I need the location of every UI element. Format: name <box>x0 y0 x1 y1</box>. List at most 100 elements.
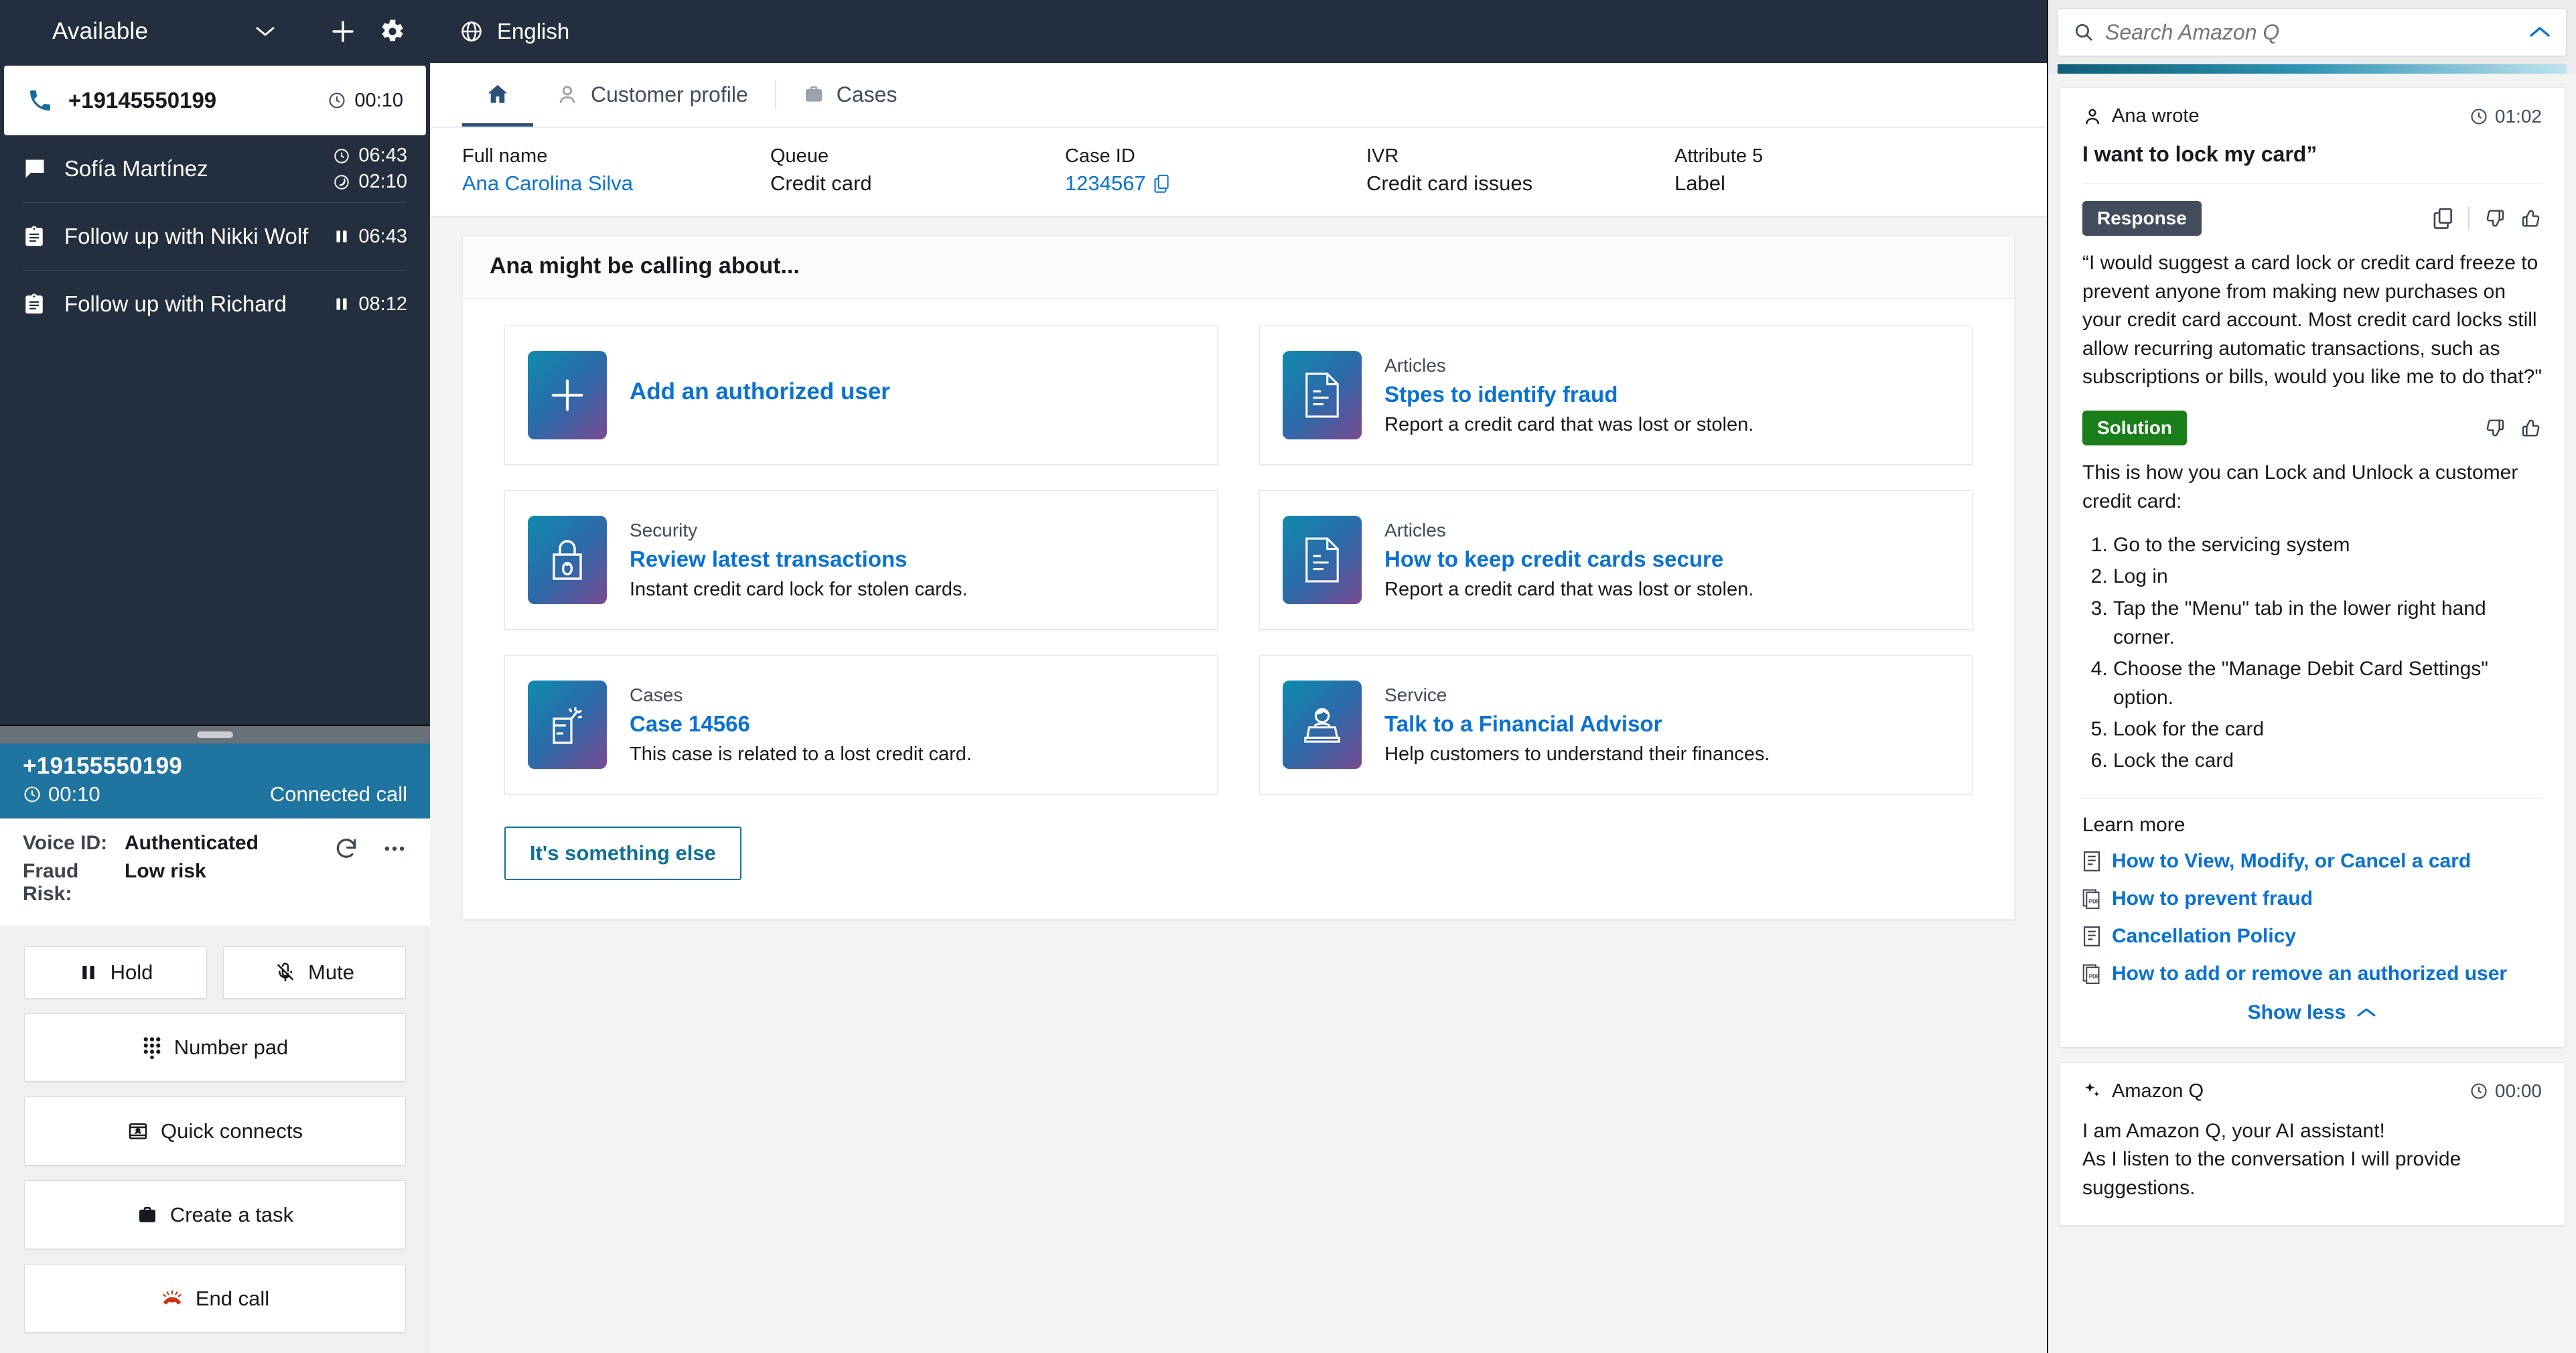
q-assistant-line-2: As I listen to the conversation I will p… <box>2082 1148 2461 1199</box>
suggestion-cards-grid: Add an authorized user Articles Stpes to… <box>504 326 1973 794</box>
chat-icon <box>23 157 60 181</box>
refresh-icon[interactable] <box>334 836 359 861</box>
q-search-region <box>2048 0 2576 74</box>
contact-name: Follow up with Nikki Wolf <box>64 224 309 248</box>
suggestion-card-review-latest-transactions[interactable]: Security Review latest transactions Inst… <box>504 490 1218 630</box>
sparkle-icon <box>2085 1082 2100 1097</box>
suggestion-card-add-authorized-user[interactable]: Add an authorized user <box>504 326 1218 465</box>
call-controls: Hold Mute Number pad Quick connects Crea… <box>0 926 430 1353</box>
q-learn-more-link-view-modify-cancel[interactable]: How to View, Modify, or Cancel a card <box>2082 850 2542 873</box>
attribute-label: Attribute 5 <box>1674 145 1764 167</box>
quick-connects-label: Quick connects <box>161 1119 303 1143</box>
tab-cases-label: Cases <box>836 82 898 106</box>
suggestion-card-title[interactable]: Talk to a Financial Advisor <box>1384 711 1770 737</box>
thumbs-down-icon[interactable] <box>2484 417 2506 439</box>
copy-icon[interactable] <box>1154 174 1171 193</box>
task-icon <box>23 225 60 248</box>
gear-icon[interactable] <box>378 17 407 46</box>
article-icon <box>2082 926 2101 947</box>
suggestions-heading: Ana might be calling about... <box>463 236 2014 299</box>
contact-timer-value: 00:10 <box>354 89 403 111</box>
q-timestamp-value: 01:02 <box>2494 105 2542 127</box>
article-icon <box>2082 851 2101 872</box>
number-pad-button[interactable]: Number pad <box>24 1013 406 1082</box>
suggestion-card-title[interactable]: Review latest transactions <box>630 547 968 572</box>
suggestion-card-description: Report a credit card that was lost or st… <box>1384 578 1754 600</box>
chevron-up-icon[interactable] <box>2528 25 2551 40</box>
attribute-value-row[interactable]: 1234567 <box>1065 171 1334 196</box>
agent-application-area: English Customer profile Cases Full name… <box>430 0 2047 1353</box>
tab-customer-profile-label: Customer profile <box>591 82 748 106</box>
its-something-else-button[interactable]: It's something else <box>504 827 741 880</box>
panel-resize-handle[interactable] <box>0 724 430 743</box>
end-call-button[interactable]: End call <box>24 1264 406 1333</box>
suggestion-card-category: Security <box>630 519 698 541</box>
tab-customer-profile[interactable]: Customer profile <box>533 63 771 127</box>
tab-divider <box>774 80 776 109</box>
q-learn-more-link-cancellation-policy[interactable]: Cancellation Policy <box>2082 925 2542 948</box>
q-learn-more-link-prevent-fraud[interactable]: PDF How to prevent fraud <box>2082 887 2542 910</box>
hold-button[interactable]: Hold <box>24 946 207 999</box>
q-solution-step: Tap the "Menu" tab in the lower right ha… <box>2113 594 2542 652</box>
ccp-toolbar: Available <box>0 0 430 63</box>
document-icon <box>1283 516 1362 604</box>
q-solution-steps: Go to the servicing system Log in Tap th… <box>2082 530 2542 776</box>
suggestion-card-how-to-keep-credit-cards-secure[interactable]: Articles How to keep credit cards secure… <box>1259 490 1973 630</box>
agent-status-select[interactable]: Available <box>0 18 328 45</box>
contact-name: Sofía Martínez <box>64 156 208 181</box>
contact-name: +19145550199 <box>68 88 217 113</box>
suggestion-card-category: Service <box>1384 684 1447 705</box>
create-task-button[interactable]: Create a task <box>24 1180 406 1250</box>
voice-id-value: Authenticated <box>125 831 259 854</box>
thumbs-down-icon[interactable] <box>2484 208 2506 229</box>
contact-item-active[interactable]: +19145550199 00:10 <box>4 66 426 135</box>
advisor-icon <box>1283 681 1362 769</box>
contact-card-icon <box>129 1123 147 1139</box>
suggestion-card-description: Help customers to understand their finan… <box>1384 743 1770 765</box>
contact-list: +19145550199 00:10 Sofía Martínez 06:43 … <box>0 63 430 338</box>
q-learn-more-link-add-remove-authorized-user[interactable]: PDF How to add or remove an authorized u… <box>2082 963 2542 985</box>
q-search-input[interactable] <box>2105 19 2518 45</box>
suggestion-card-talk-to-financial-advisor[interactable]: Service Talk to a Financial Advisor Help… <box>1259 655 1973 794</box>
plus-icon[interactable] <box>328 17 358 46</box>
attribute-value[interactable]: Ana Carolina Silva <box>462 171 738 196</box>
suggestion-card-description: Report a credit card that was lost or st… <box>1384 413 1754 435</box>
tab-home[interactable] <box>462 63 533 127</box>
suggestion-card-title[interactable]: Add an authorized user <box>630 378 890 405</box>
attribute-label: Queue <box>770 145 829 167</box>
active-call-header: +19155550199 00:10 Connected call <box>0 743 430 818</box>
quick-connects-button[interactable]: Quick connects <box>24 1096 406 1166</box>
search-icon <box>2073 21 2094 43</box>
suggestion-card-case-14566[interactable]: Cases Case 14566 This case is related to… <box>504 655 1218 794</box>
contact-item-sofia[interactable]: Sofía Martínez 06:43 02:10 <box>0 135 430 202</box>
mute-button[interactable]: Mute <box>223 946 406 999</box>
show-less-button[interactable]: Show less <box>2082 1001 2542 1024</box>
suggestion-card-title[interactable]: Case 14566 <box>630 711 972 737</box>
connect-agent-workspace: Available +19145550199 00:10 Sofía Martí… <box>0 0 2576 1353</box>
attribute-label: Full name <box>462 145 548 167</box>
ellipsis-icon[interactable] <box>382 836 407 861</box>
suggestion-card-title[interactable]: Stpes to identify fraud <box>1384 382 1754 407</box>
chevron-up-icon <box>2356 1006 2376 1019</box>
tab-cases[interactable]: Cases <box>780 63 920 127</box>
contact-secondary-timer-value: 02:10 <box>358 171 407 192</box>
attribute-value: Label <box>1674 171 1725 195</box>
contact-control-panel: Available +19145550199 00:10 Sofía Martí… <box>0 0 430 1353</box>
contact-timer-value: 08:12 <box>358 293 407 315</box>
end-call-label: End call <box>195 1286 270 1310</box>
suggestion-card-steps-to-identify-fraud[interactable]: Articles Stpes to identify fraud Report … <box>1259 326 1973 465</box>
plus-icon <box>528 351 607 439</box>
attribute-full-name: Full name Ana Carolina Silva <box>430 145 738 196</box>
contact-item-richard[interactable]: Follow up with Richard 08:12 <box>0 271 430 338</box>
suggestion-card-title[interactable]: How to keep credit cards secure <box>1384 547 1754 572</box>
contact-item-nikki-wolf[interactable]: Follow up with Nikki Wolf 06:43 <box>0 203 430 270</box>
fraud-risk-label: Fraud Risk: <box>23 859 79 905</box>
copy-icon[interactable] <box>2433 208 2453 229</box>
thumbs-up-icon[interactable] <box>2520 417 2542 439</box>
attribute-label: IVR <box>1366 145 1399 167</box>
q-search-bar[interactable] <box>2058 8 2567 56</box>
q-solution-step: Choose the "Manage Debit Card Settings" … <box>2113 654 2542 712</box>
broken-card-icon <box>528 681 607 769</box>
thumbs-up-icon[interactable] <box>2520 208 2542 229</box>
language-label: English <box>497 19 570 44</box>
